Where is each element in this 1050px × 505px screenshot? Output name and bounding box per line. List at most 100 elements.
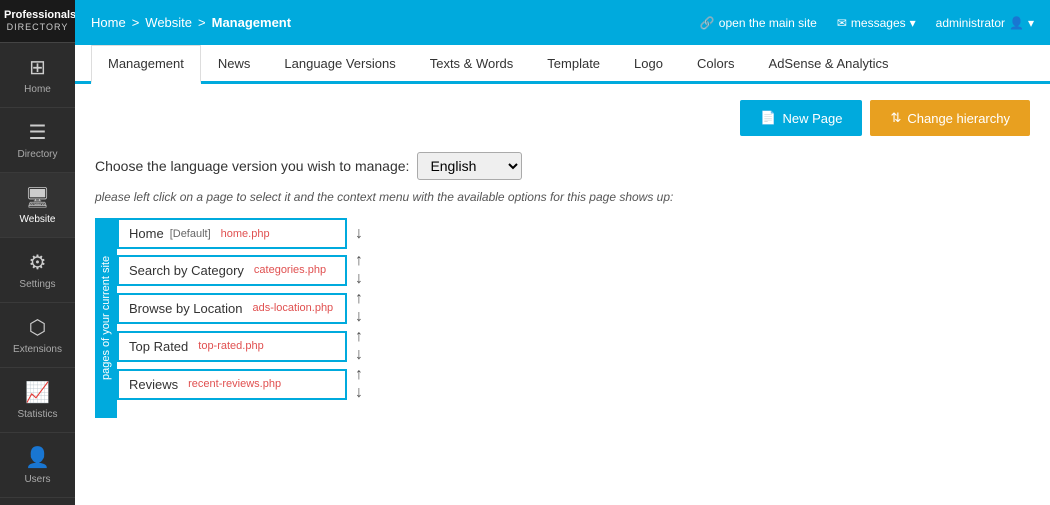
language-select[interactable]: English Spanish French German [417,152,522,180]
page-name-reviews: Reviews [129,377,178,392]
sidebar-item-label-settings: Settings [19,279,55,290]
page-file-search: categories.php [254,264,326,276]
page-file-top-rated: top-rated.php [198,340,263,352]
open-main-site-link[interactable]: 🔗 open the main site [700,16,817,30]
language-chooser-label: Choose the language version you wish to … [95,158,409,174]
arrow-down-home[interactable]: ↓ [355,226,363,242]
sidebar-item-users[interactable]: 👤 Users [0,433,75,498]
tab-language-versions[interactable]: Language Versions [267,45,412,84]
tree-sidebar-label: pages of your current site [95,218,117,418]
page-body: 📄 New Page ⇅ Change hierarchy Choose the… [75,84,1050,505]
messages-chevron-icon: ▾ [910,16,916,30]
page-arrows-browse: ↑ ↓ [355,291,363,325]
page-item-top-rated[interactable]: Top Rated top-rated.php [117,331,347,362]
new-page-icon: 📄 [760,110,776,126]
action-buttons-row: 📄 New Page ⇅ Change hierarchy [95,100,1030,136]
website-icon: 🖥 [25,185,50,210]
sidebar-item-statistics[interactable]: 📈 Statistics [0,368,75,433]
directory-icon: ☰ [29,120,47,145]
table-row: Home [Default] home.php ↓ [117,218,1030,249]
page-name-search: Search by Category [129,263,244,278]
page-arrows-home: ↓ [355,226,363,242]
breadcrumb-home[interactable]: Home [91,15,126,30]
sidebar: Professionals DIRECTORY ⊞ Home ☰ Directo… [0,0,75,505]
tab-template[interactable]: Template [530,45,617,84]
topbar: Home > Website > Management 🔗 open the m… [75,0,1050,45]
admin-chevron-icon: ▾ [1028,16,1034,30]
instruction-text: please left click on a page to select it… [95,190,1030,204]
tab-colors[interactable]: Colors [680,45,752,84]
home-icon: ⊞ [29,55,46,80]
page-file-browse: ads-location.php [252,302,333,314]
pages-tree: pages of your current site Home [Default… [95,218,1030,418]
admin-icon: 👤 [1009,16,1024,30]
breadcrumb-sep2: > [198,15,206,30]
tree-pages-list: Home [Default] home.php ↓ Search by Cate… [117,218,1030,418]
page-arrows-search: ↑ ↓ [355,253,363,287]
page-arrows-reviews: ↑ ↓ [355,367,363,401]
arrow-down-top-rated[interactable]: ↓ [355,347,363,363]
arrow-up-search[interactable]: ↑ [355,253,363,269]
tab-adsense-analytics[interactable]: AdSense & Analytics [752,45,906,84]
sidebar-item-label-website: Website [20,214,56,225]
table-row: Search by Category categories.php ↑ ↓ [117,253,1030,287]
sidebar-item-label-users: Users [24,474,50,485]
extensions-icon: ⬡ [29,315,46,340]
language-chooser-row: Choose the language version you wish to … [95,152,1030,180]
page-file-reviews: recent-reviews.php [188,378,281,390]
change-hierarchy-button[interactable]: ⇅ Change hierarchy [870,100,1030,136]
arrow-down-browse[interactable]: ↓ [355,309,363,325]
sidebar-item-website[interactable]: 🖥 Website [0,173,75,238]
tab-texts-words[interactable]: Texts & Words [413,45,531,84]
breadcrumb-sep1: > [132,15,140,30]
new-page-button[interactable]: 📄 New Page [740,100,862,136]
sidebar-item-label-extensions: Extensions [13,344,62,355]
external-link-icon: 🔗 [700,16,715,30]
breadcrumb-current: Management [212,15,291,30]
table-row: Reviews recent-reviews.php ↑ ↓ [117,367,1030,401]
users-icon: 👤 [25,445,50,470]
breadcrumb: Home > Website > Management [91,15,700,30]
page-item-reviews[interactable]: Reviews recent-reviews.php [117,369,347,400]
page-file-home: home.php [221,228,270,240]
tab-logo[interactable]: Logo [617,45,680,84]
page-item-browse-by-location[interactable]: Browse by Location ads-location.php [117,293,347,324]
page-item-search-by-category[interactable]: Search by Category categories.php [117,255,347,286]
page-arrows-top-rated: ↑ ↓ [355,329,363,363]
arrow-up-top-rated[interactable]: ↑ [355,329,363,345]
tab-management[interactable]: Management [91,45,201,84]
page-item-home[interactable]: Home [Default] home.php [117,218,347,249]
sidebar-item-directory[interactable]: ☰ Directory [0,108,75,173]
mail-icon: ✉ [837,16,847,30]
statistics-icon: 📈 [25,380,50,405]
breadcrumb-website[interactable]: Website [145,15,192,30]
main-area: Home > Website > Management 🔗 open the m… [75,0,1050,505]
sidebar-item-extensions[interactable]: ⬡ Extensions [0,303,75,368]
arrow-down-search[interactable]: ↓ [355,271,363,287]
arrow-down-reviews[interactable]: ↓ [355,385,363,401]
settings-icon: ⚙ [29,250,47,275]
sidebar-item-home[interactable]: ⊞ Home [0,43,75,108]
tabs-bar: Management News Language Versions Texts … [75,45,1050,84]
arrow-up-browse[interactable]: ↑ [355,291,363,307]
table-row: Top Rated top-rated.php ↑ ↓ [117,329,1030,363]
content-area: Management News Language Versions Texts … [75,45,1050,505]
page-name-top-rated: Top Rated [129,339,188,354]
logo-line2: DIRECTORY [4,22,71,34]
page-name-browse: Browse by Location [129,301,242,316]
sidebar-item-settings[interactable]: ⚙ Settings [0,238,75,303]
page-name-home: Home [129,226,164,241]
admin-link[interactable]: administrator 👤 ▾ [936,16,1034,30]
sidebar-item-label-home: Home [24,84,51,95]
sidebar-item-label-statistics: Statistics [17,409,57,420]
sidebar-item-label-directory: Directory [17,149,57,160]
page-tag-home: [Default] [170,228,211,240]
sidebar-logo: Professionals DIRECTORY [0,0,75,43]
logo-line1: Professionals [4,8,71,22]
hierarchy-icon: ⇅ [890,110,901,126]
messages-link[interactable]: ✉ messages ▾ [837,16,916,30]
topbar-actions: 🔗 open the main site ✉ messages ▾ admini… [700,16,1034,30]
arrow-up-reviews[interactable]: ↑ [355,367,363,383]
tab-news[interactable]: News [201,45,268,84]
table-row: Browse by Location ads-location.php ↑ ↓ [117,291,1030,325]
